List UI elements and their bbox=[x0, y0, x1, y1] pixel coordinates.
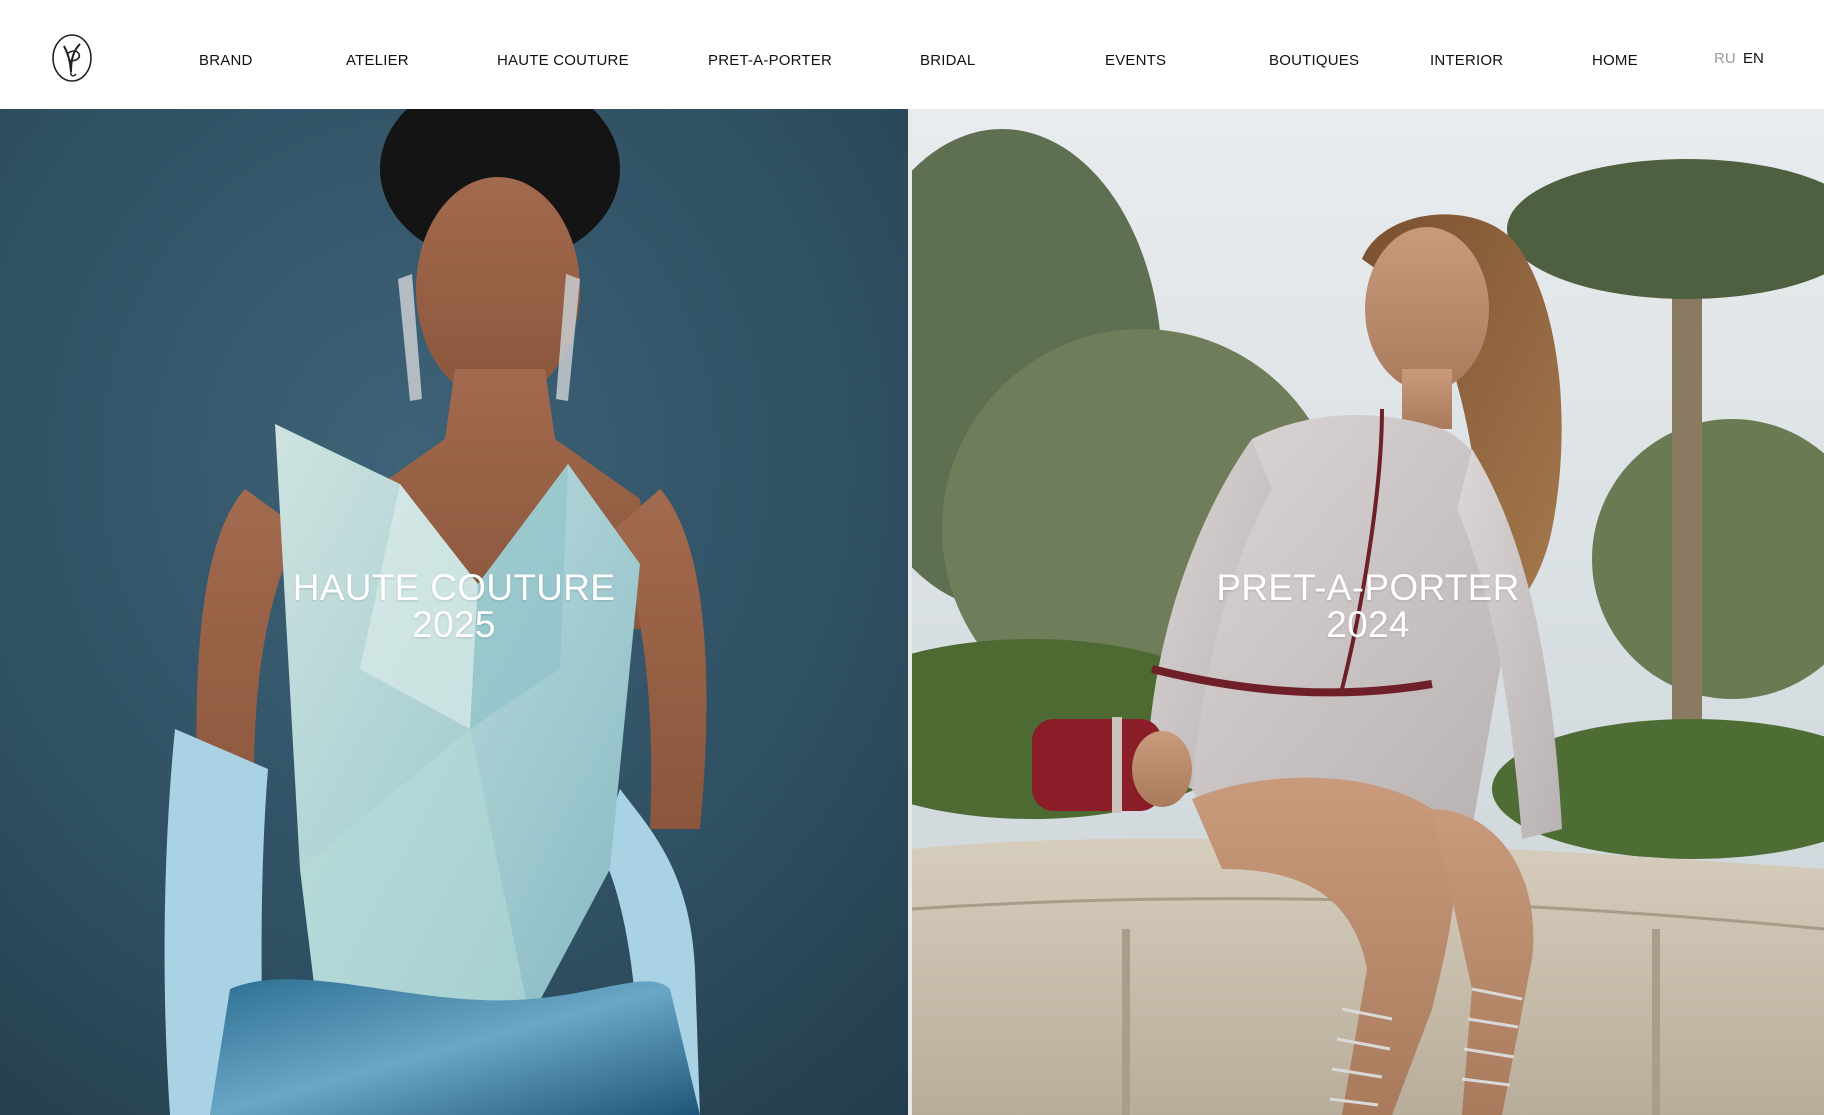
haute-couture-title: HAUTE COUTURE bbox=[292, 567, 616, 608]
nav-boutiques[interactable]: BOUTIQUES bbox=[1269, 52, 1359, 69]
nav-pret-a-porter[interactable]: PRET-A-PORTER bbox=[708, 52, 832, 69]
language-en[interactable]: EN bbox=[1743, 50, 1764, 67]
pret-a-porter-title: PRET-A-PORTER bbox=[1216, 567, 1520, 608]
nav-interior[interactable]: INTERIOR bbox=[1430, 52, 1503, 69]
haute-couture-year: 2025 bbox=[412, 604, 496, 645]
pret-a-porter-year: 2024 bbox=[1326, 604, 1410, 645]
haute-couture-panel[interactable]: HAUTE COUTURE 2025 bbox=[0, 109, 908, 1115]
pret-a-porter-caption: PRET-A-PORTER 2024 bbox=[912, 569, 1824, 643]
site-header: BRAND ATELIER HAUTE COUTURE PRET-A-PORTE… bbox=[0, 0, 1824, 109]
brand-logo-monogram-icon[interactable] bbox=[50, 32, 94, 84]
pret-a-porter-panel[interactable]: PRET-A-PORTER 2024 bbox=[912, 109, 1824, 1115]
nav-bridal[interactable]: BRIDAL bbox=[920, 52, 975, 69]
haute-couture-caption: HAUTE COUTURE 2025 bbox=[0, 569, 908, 643]
nav-atelier[interactable]: ATELIER bbox=[346, 52, 409, 69]
nav-brand[interactable]: BRAND bbox=[199, 52, 253, 69]
nav-home[interactable]: HOME bbox=[1592, 52, 1638, 69]
language-ru[interactable]: RU bbox=[1714, 50, 1736, 67]
nav-events[interactable]: EVENTS bbox=[1105, 52, 1166, 69]
nav-haute-couture[interactable]: HAUTE COUTURE bbox=[497, 52, 629, 69]
